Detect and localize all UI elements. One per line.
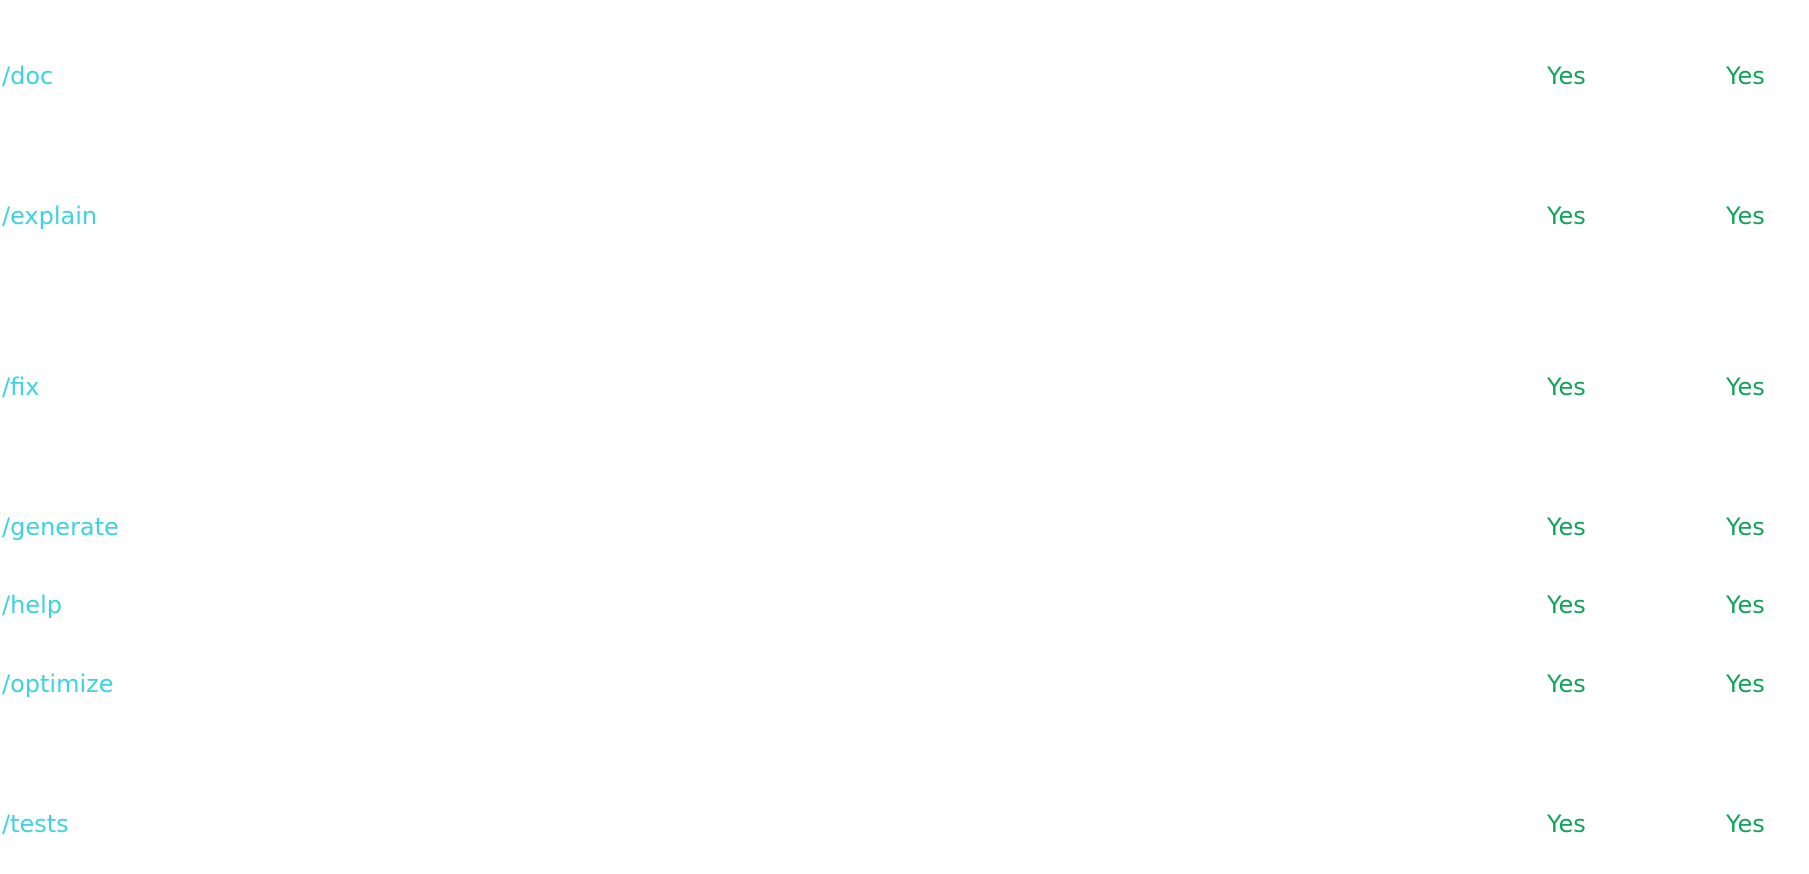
command-link-help[interactable]: /help (2, 585, 62, 625)
table-row: /optimize Yes Yes (0, 664, 1809, 704)
yes-cell: Yes (1726, 591, 1765, 619)
table-row: /help Yes Yes (0, 585, 1809, 625)
command-link-doc[interactable]: /doc (2, 56, 53, 96)
table-row: /fix Yes Yes (0, 367, 1809, 407)
yes-cell: Yes (1547, 513, 1586, 541)
yes-cell: Yes (1547, 591, 1586, 619)
table-row: /generate Yes Yes (0, 507, 1809, 547)
table-row: /tests Yes Yes (0, 804, 1809, 844)
yes-cell: Yes (1726, 670, 1765, 698)
yes-cell: Yes (1726, 373, 1765, 401)
yes-cell: Yes (1726, 513, 1765, 541)
yes-cell: Yes (1547, 202, 1586, 230)
command-link-optimize[interactable]: /optimize (2, 664, 114, 704)
command-link-explain[interactable]: /explain (2, 196, 97, 236)
yes-cell: Yes (1726, 202, 1765, 230)
yes-cell: Yes (1547, 810, 1586, 838)
yes-cell: Yes (1726, 62, 1765, 90)
slash-command-table: /doc Yes Yes /explain Yes Yes /fix Yes Y… (0, 0, 1809, 874)
table-row: /doc Yes Yes (0, 56, 1809, 96)
command-link-tests[interactable]: /tests (2, 804, 69, 844)
table-row: /explain Yes Yes (0, 196, 1809, 236)
command-link-generate[interactable]: /generate (2, 507, 119, 547)
yes-cell: Yes (1547, 62, 1586, 90)
command-link-fix[interactable]: /fix (2, 367, 39, 407)
yes-cell: Yes (1547, 670, 1586, 698)
yes-cell: Yes (1547, 373, 1586, 401)
yes-cell: Yes (1726, 810, 1765, 838)
